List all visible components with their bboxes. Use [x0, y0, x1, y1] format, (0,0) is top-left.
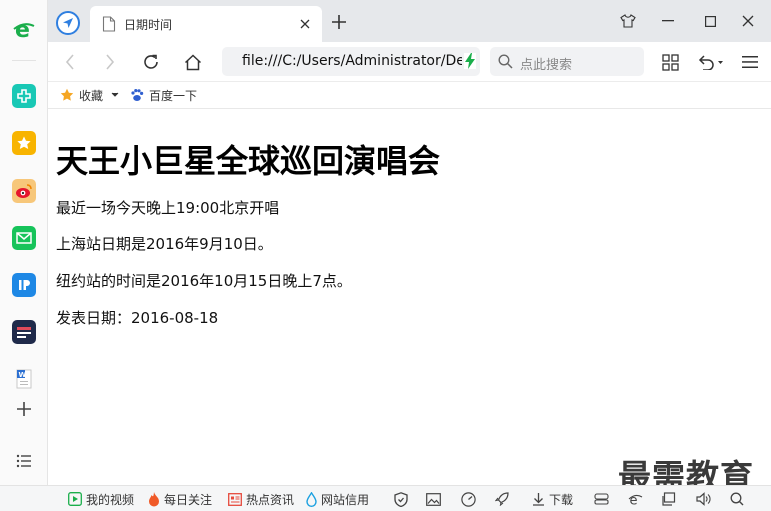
shield-icon[interactable]	[393, 491, 409, 507]
tab-title: 日期时间	[124, 17, 173, 32]
status-daily-focus[interactable]: 每日关注	[148, 490, 212, 508]
bookmarks-bar: 收藏 百度一下	[48, 82, 771, 109]
ie-logo-icon[interactable]: e	[12, 17, 36, 41]
page-document-icon	[102, 16, 116, 32]
paragraph: 上海站日期是2016年9月10日。	[56, 235, 273, 253]
minimize-icon[interactable]	[654, 8, 682, 34]
search-placeholder: 点此搜索	[520, 58, 573, 73]
bookmark-label: 收藏	[79, 88, 104, 103]
svg-text:W: W	[19, 371, 27, 379]
status-label: 下载	[549, 492, 574, 507]
page-title: 天王小巨星全球巡回演唱会	[56, 142, 441, 180]
gamepad-icon[interactable]	[593, 491, 609, 507]
paragraph-publish-date: 发表日期：2016-08-18	[56, 309, 219, 327]
sidebar-divider	[12, 60, 36, 61]
weibo-icon[interactable]	[12, 179, 36, 203]
paragraph: 纽约站的时间是2016年10月15日晚上7点。	[56, 272, 352, 290]
mail-icon[interactable]	[12, 226, 36, 250]
news-icon	[228, 492, 242, 506]
menu-icon[interactable]	[738, 50, 762, 74]
add-icon[interactable]	[12, 397, 36, 421]
speedometer-icon[interactable]	[460, 491, 476, 507]
bookmark-label: 百度一下	[149, 88, 198, 103]
new-tab-button[interactable]	[328, 11, 350, 33]
paragraph: 最近一场今天晚上19:00北京开唱	[56, 199, 280, 217]
status-label: 每日关注	[164, 492, 213, 507]
status-bar: 我的视频 每日关注 热点资讯 网站信用 下载 e	[0, 485, 771, 511]
back-icon[interactable]	[58, 50, 82, 74]
address-bar[interactable]: file:///C:/Users/Administrator/Desktop	[222, 47, 480, 76]
status-hot-news[interactable]: 热点资讯	[228, 490, 294, 508]
zoom-icon[interactable]	[729, 491, 745, 507]
status-label: 我的视频	[86, 492, 135, 507]
word-doc-icon[interactable]: W	[12, 367, 36, 391]
download-icon	[533, 493, 544, 506]
tab-close-icon[interactable]	[294, 13, 316, 35]
speed-mode-icon[interactable]	[464, 53, 476, 69]
ip-app-icon[interactable]	[12, 273, 36, 297]
window-restore-icon[interactable]	[661, 491, 677, 507]
undo-icon[interactable]	[694, 50, 726, 74]
close-icon[interactable]	[734, 8, 762, 34]
url-text: file:///C:/Users/Administrator/Desktop	[242, 53, 462, 69]
status-label: 网站信用	[321, 492, 370, 507]
baidu-paw-icon	[131, 89, 144, 101]
water-drop-icon	[306, 491, 317, 507]
bookmark-baidu[interactable]: 百度一下	[130, 86, 197, 104]
status-download[interactable]: 下载	[532, 490, 573, 508]
tab-strip: 日期时间	[48, 0, 771, 42]
image-icon[interactable]	[425, 491, 441, 507]
status-site-credit[interactable]: 网站信用	[306, 490, 369, 508]
video-play-icon	[68, 492, 82, 506]
caret-down-icon	[111, 92, 119, 97]
navigation-toolbar: file:///C:/Users/Administrator/Desktop 点…	[48, 42, 771, 82]
tab-active[interactable]: 日期时间	[90, 6, 322, 42]
refresh-icon[interactable]	[139, 50, 163, 74]
grid-apps-icon[interactable]	[658, 50, 682, 74]
star-icon	[60, 88, 74, 101]
status-label: 热点资讯	[246, 492, 295, 507]
left-sidebar: e W	[0, 0, 48, 485]
favorites-star-icon[interactable]	[12, 131, 36, 155]
status-my-videos[interactable]: 我的视频	[68, 490, 134, 508]
flame-icon	[149, 491, 159, 506]
ie-compat-icon[interactable]: e	[627, 491, 643, 507]
svg-text:e: e	[15, 18, 30, 41]
news-app-icon[interactable]	[12, 320, 36, 344]
page-content: 天王小巨星全球巡回演唱会 最近一场今天晚上19:00北京开唱 上海站日期是201…	[48, 110, 771, 496]
volume-icon[interactable]	[695, 491, 711, 507]
bookmark-favorites[interactable]: 收藏	[60, 86, 124, 104]
skin-shirt-icon[interactable]	[614, 8, 642, 34]
health-cross-icon[interactable]	[12, 84, 36, 108]
home-icon[interactable]	[181, 50, 205, 74]
maximize-icon[interactable]	[696, 8, 724, 34]
rocket-icon[interactable]	[494, 491, 510, 507]
search-box[interactable]: 点此搜索	[490, 47, 644, 76]
search-icon	[498, 54, 513, 69]
navigation-compass-icon[interactable]	[56, 11, 80, 35]
list-menu-icon[interactable]	[12, 449, 36, 473]
forward-icon[interactable]	[98, 50, 122, 74]
